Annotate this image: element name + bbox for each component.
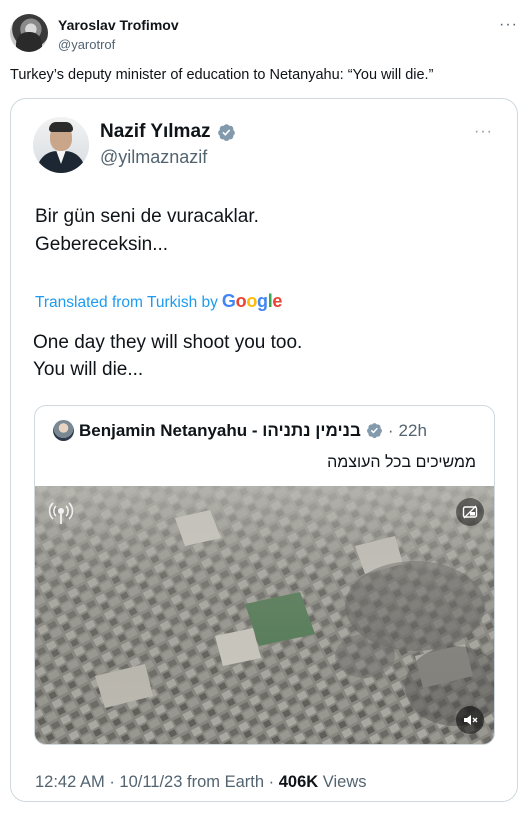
outer-author-name[interactable]: Yaroslav Trofimov [58, 17, 179, 33]
google-logo: Google [221, 291, 283, 311]
outer-author-handle[interactable]: @yarotrof [58, 37, 115, 52]
quoted-author-name[interactable]: Nazif Yılmaz [100, 121, 211, 143]
quoted-author-name-row[interactable]: Nazif Yılmaz [100, 121, 236, 143]
translated-english-text: One day they will shoot you too. You wil… [33, 332, 303, 380]
outer-tweet-header: Yaroslav Trofimov @yarotrof ··· [10, 14, 520, 58]
video-player[interactable] [35, 486, 494, 744]
outer-tweet-text: Turkey’s deputy minister of education to… [10, 67, 434, 83]
tweet-time[interactable]: 12:42 AM [35, 773, 105, 791]
more-options-icon[interactable]: ··· [499, 16, 518, 34]
nested-author-avatar[interactable] [53, 420, 74, 441]
view-count: 406K [278, 773, 319, 791]
original-turkish-text: Bir gün seni de vuracaklar. Gebereceksin… [35, 206, 259, 255]
nested-tweet-time[interactable]: 22h [399, 421, 427, 441]
verified-badge-icon [217, 123, 235, 141]
broadcast-icon [48, 502, 74, 524]
translated-by-link[interactable]: Translated from Turkish by Google [35, 291, 282, 312]
nested-tweet-sep: · [387, 420, 394, 440]
quoted-tweet-card[interactable]: Nazif Yılmaz @yilmaznazif ··· Bir gün se… [10, 98, 518, 802]
tweet-source: from Earth [187, 773, 265, 791]
outer-author-avatar[interactable] [10, 14, 48, 52]
translated-label: Translated from Turkish by [35, 294, 218, 311]
picture-in-picture-icon[interactable] [456, 498, 484, 526]
quoted-author-handle[interactable]: @yilmaznazif [100, 147, 207, 168]
footer-separator: · [268, 773, 275, 791]
nested-tweet-header: Benjamin Netanyahu - בנימין נתניהו · 22h [53, 420, 427, 441]
nested-tweet-text: ממשיכים בכל העוצמה [327, 454, 476, 471]
aerial-city-video-frame [35, 486, 494, 744]
more-options-icon[interactable]: ··· [474, 123, 493, 141]
nested-author-name[interactable]: Benjamin Netanyahu - בנימין נתניהו [79, 421, 361, 441]
quoted-author-avatar[interactable] [33, 117, 89, 173]
nested-quoted-tweet[interactable]: Benjamin Netanyahu - בנימין נתניהו · 22h… [34, 405, 495, 745]
views-label: Views [322, 773, 367, 791]
verified-badge-icon [366, 423, 382, 439]
tweet-date[interactable]: 10/11/23 [119, 773, 182, 791]
tweet-meta-footer: 12:42 AM · 10/11/23 from Earth · 406K Vi… [35, 773, 367, 792]
footer-separator: · [109, 773, 115, 791]
volume-muted-icon[interactable] [456, 706, 484, 734]
